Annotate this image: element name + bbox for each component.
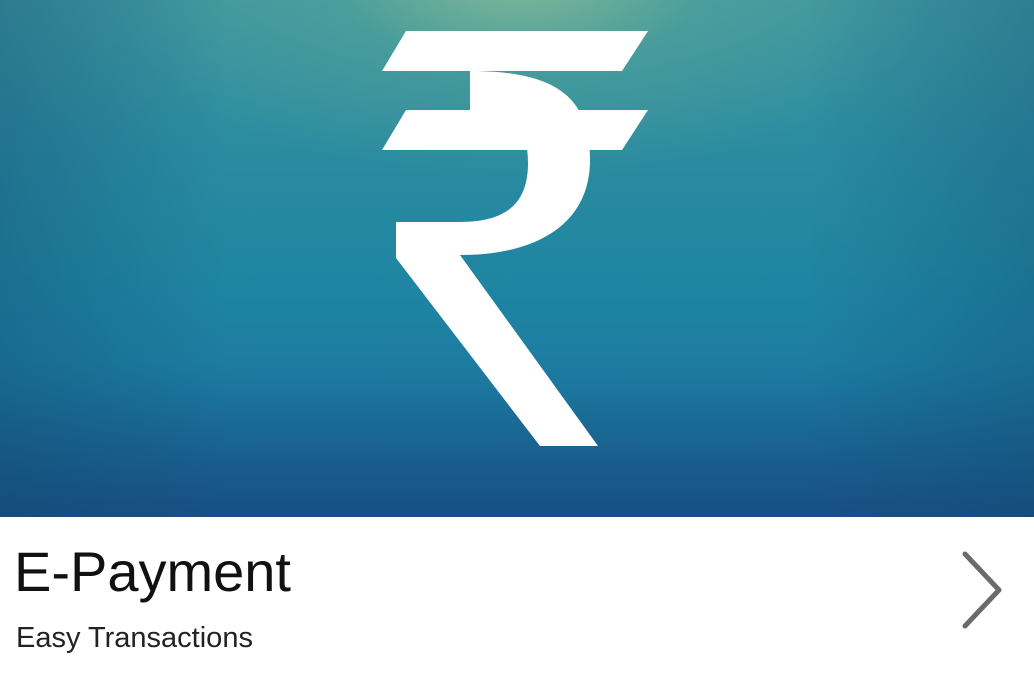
hero-banner [0,0,1034,517]
rupee-icon [382,31,648,446]
chevron-right-icon[interactable] [955,548,1011,632]
e-payment-tile[interactable]: E-Payment Easy Transactions [0,0,1034,693]
tile-subtitle: Easy Transactions [16,622,253,654]
tile-title: E-Payment [14,540,291,603]
